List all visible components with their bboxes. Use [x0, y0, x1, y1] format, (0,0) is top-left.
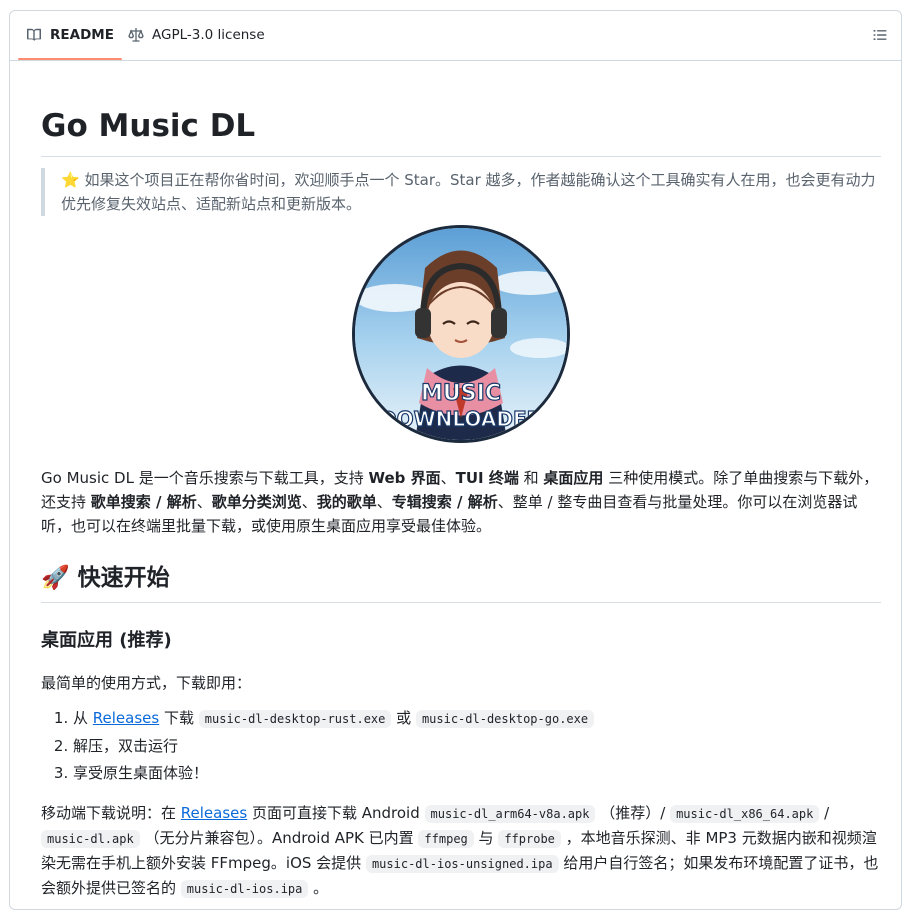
intro-bold-album: 专辑搜索 / 解析 [391, 493, 498, 511]
mobile-text-4: / [819, 804, 830, 822]
intro-bold-my-playlist: 我的歌单 [316, 493, 377, 511]
quickstart-heading-text: 快速开始 [77, 565, 170, 591]
code-ffprobe: ffprobe [498, 830, 561, 848]
desktop-heading: 桌面应用 (推荐) [41, 630, 172, 651]
step1-text-c: 或 [391, 709, 416, 727]
intro-text-1: Go Music DL 是一个音乐搜索与下载工具，支持 [41, 469, 369, 487]
mobile-text-6: 与 [473, 829, 499, 847]
mobile-paragraph: 移动端下载说明：在 Releases 页面可直接下载 Android music… [41, 801, 881, 901]
mobile-text-9: 。 [308, 879, 329, 897]
intro-bold-category: 歌单分类浏览 [211, 493, 302, 511]
page-title: Go Music DL [41, 60, 881, 157]
tab-readme[interactable]: README [18, 11, 122, 60]
outline-button[interactable] [867, 23, 893, 47]
code-desktop-go: music-dl-desktop-go.exe [415, 710, 595, 728]
code-apk-arm64: music-dl_arm64-v8a.apk [424, 805, 596, 823]
code-ffmpeg: ffmpeg [418, 830, 474, 848]
logo-illustration: MUSIC DOWNLOADER [355, 228, 567, 440]
star-icon: ⭐ [61, 171, 80, 189]
releases-link-mobile[interactable]: Releases [181, 804, 247, 822]
code-apk-universal: music-dl.apk [41, 830, 140, 848]
intro-bold-tui: TUI 终端 [455, 469, 519, 487]
rocket-icon: 🚀 [41, 565, 70, 591]
intro-text-6: 、 [301, 493, 317, 511]
intro-bold-playlist-search: 歌单搜索 / 解析 [90, 493, 197, 511]
code-desktop-rust: music-dl-desktop-rust.exe [198, 710, 392, 728]
intro-text-2: 、 [440, 469, 456, 487]
list-item: 享受原生桌面体验！ [73, 760, 873, 787]
tab-readme-label: README [50, 27, 114, 43]
mobile-text-2: 页面可直接下载 Android [247, 804, 425, 822]
step1-text-a: 从 [73, 709, 93, 727]
intro-text-5: 、 [196, 493, 212, 511]
project-logo: MUSIC DOWNLOADER [352, 225, 570, 443]
desktop-lead: 最简单的使用方式，下载即用： [41, 674, 252, 692]
mobile-text-3: （推荐）/ [595, 804, 671, 822]
list-item: 从 Releases 下载 music-dl-desktop-rust.exe … [73, 705, 873, 733]
logo-text-downloader: DOWNLOADER [380, 407, 542, 431]
intro-text-3: 和 [518, 469, 544, 487]
mobile-text-1: 移动端下载说明：在 [41, 804, 181, 822]
intro-bold-desktop: 桌面应用 [543, 469, 604, 487]
intro-bold-web: Web 界面 [368, 469, 441, 487]
list-item: 解压，双击运行 [73, 733, 873, 760]
code-ipa-unsigned: music-dl-ios-unsigned.ipa [365, 855, 559, 873]
quickstart-heading: 🚀 快速开始 [41, 560, 881, 603]
desktop-steps: 从 Releases 下载 music-dl-desktop-rust.exe … [41, 705, 873, 787]
book-icon [27, 28, 41, 41]
star-callout: ⭐ 如果这个项目正在帮你省时间，欢迎顺手点一个 Star。Star 越多，作者越… [41, 168, 881, 216]
mobile-text-5: （无分片兼容包）。Android APK 已内置 [139, 829, 419, 847]
tab-license-label: AGPL-3.0 license [152, 27, 265, 43]
tab-license[interactable]: AGPL-3.0 license [120, 11, 273, 59]
intro-paragraph: Go Music DL 是一个音乐搜索与下载工具，支持 Web 界面、TUI 终… [41, 466, 881, 538]
code-apk-x86: music-dl_x86_64.apk [670, 805, 820, 823]
intro-text-7: 、 [376, 493, 392, 511]
code-ipa-signed: music-dl-ios.ipa [180, 880, 309, 898]
logo-text-music: MUSIC [421, 381, 501, 406]
list-unordered-icon [873, 30, 887, 40]
readme-panel: README AGPL-3.0 license Go Music DL ⭐ 如果… [9, 10, 902, 910]
law-scale-icon [128, 27, 144, 42]
readme-tab-bar: README AGPL-3.0 license [10, 11, 901, 61]
step1-text-b: 下载 [159, 709, 199, 727]
releases-link[interactable]: Releases [93, 709, 159, 727]
star-callout-text: 如果这个项目正在帮你省时间，欢迎顺手点一个 Star。Star 越多，作者越能确… [61, 171, 876, 213]
